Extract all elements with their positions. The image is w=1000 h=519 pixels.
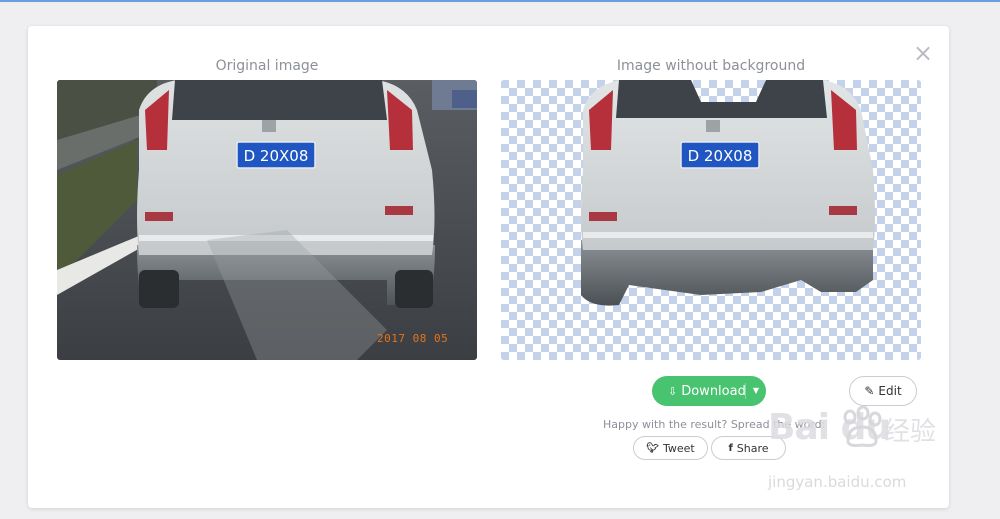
facebook-f-icon: f xyxy=(728,442,733,454)
license-plate-text: D 20X08 xyxy=(244,147,309,165)
transparent-result-photo: D 20X08 xyxy=(501,80,921,360)
edit-button[interactable]: ✎ Edit xyxy=(849,376,917,406)
result-image: D 20X08 xyxy=(501,80,921,360)
photo-date-stamp: 2017 08 05 xyxy=(377,332,449,345)
tweet-button[interactable]: 🐦︎ Tweet xyxy=(633,436,708,460)
chevron-down-icon[interactable]: ▼ xyxy=(749,376,763,406)
edit-label: Edit xyxy=(878,384,902,398)
browser-top-accent-line xyxy=(0,0,1000,2)
original-car-photo: D 20X08 xyxy=(57,80,477,360)
download-button[interactable]: ⇩ Download ▼ xyxy=(652,376,766,406)
result-license-plate-text: D 20X08 xyxy=(688,147,753,165)
original-image-caption: Original image xyxy=(215,58,319,74)
result-modal: × Original image Image without backgroun… xyxy=(28,26,949,508)
download-label: Download xyxy=(681,383,746,399)
original-image: D 20X08 2017 08 05 xyxy=(57,80,477,360)
twitter-bird-icon: 🐦︎ xyxy=(646,442,659,454)
download-tray-icon: ⇩ xyxy=(668,384,678,398)
tweet-label: Tweet xyxy=(662,441,695,455)
result-image-caption: Image without background xyxy=(616,58,806,74)
spread-the-word-text: Happy with the result? Spread the word: xyxy=(603,418,826,431)
share-label: Share xyxy=(736,441,769,455)
brush-icon: ✎ xyxy=(864,384,875,398)
share-button[interactable]: f Share xyxy=(711,436,786,460)
download-split-divider xyxy=(745,383,746,399)
